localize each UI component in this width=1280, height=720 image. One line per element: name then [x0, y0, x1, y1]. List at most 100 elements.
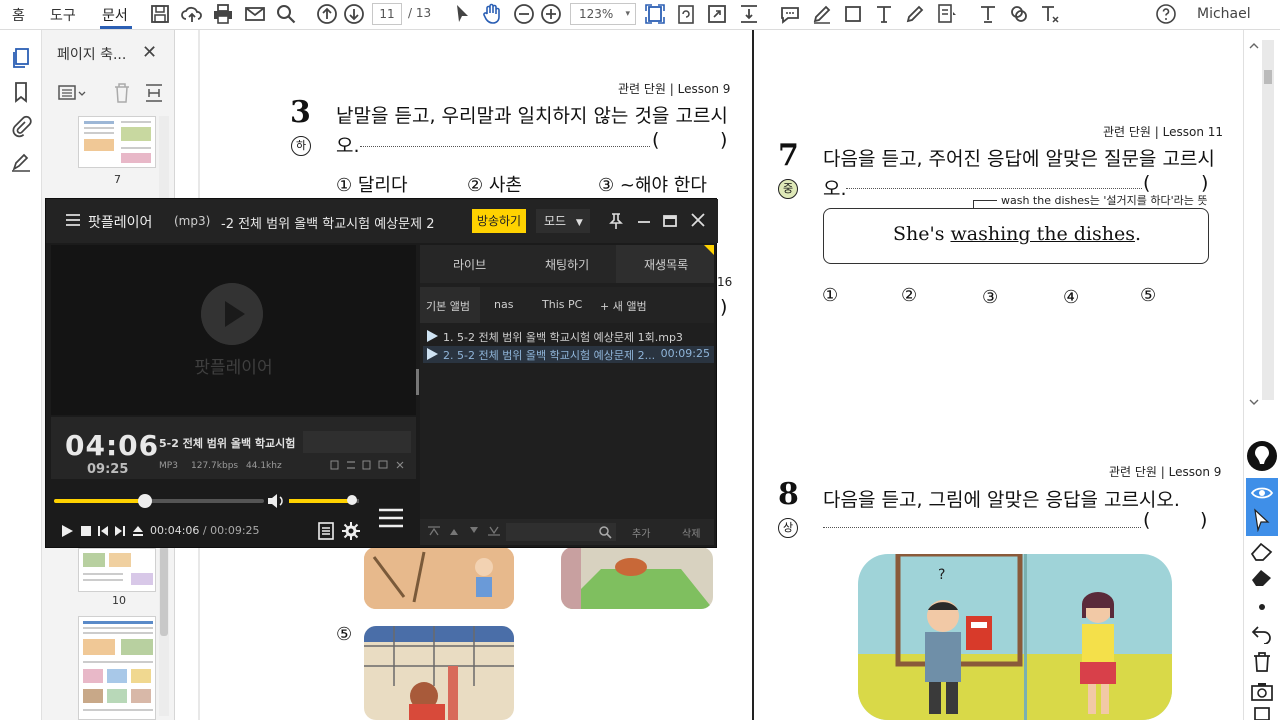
hamburger-menu-icon[interactable] [66, 213, 80, 227]
pen-tool-icon[interactable] [1246, 440, 1278, 472]
help-icon[interactable] [1154, 2, 1178, 26]
eraser-icon[interactable] [1249, 540, 1275, 562]
document-scrollbar[interactable] [1262, 40, 1274, 400]
rectangle-icon[interactable] [841, 2, 865, 26]
seek-knob[interactable] [138, 494, 153, 508]
volume-bar[interactable] [289, 495, 359, 505]
clear-format-icon[interactable] [1038, 2, 1062, 26]
album-this-pc[interactable]: This PC [542, 298, 582, 311]
page-thumbnail[interactable] [78, 116, 156, 168]
tab-live[interactable]: 라이브 [453, 256, 486, 273]
q7-response-underlined: washing the dishes [950, 223, 1135, 245]
trash-icon[interactable] [1250, 650, 1274, 674]
thumbnail-options-icon[interactable] [58, 84, 86, 102]
page-down-icon[interactable] [342, 2, 366, 26]
thumbnail-panel-title: 페이지 축... [57, 47, 127, 63]
next-icon[interactable] [114, 525, 126, 537]
page-thumbnail[interactable] [78, 548, 156, 592]
page-up-icon[interactable] [315, 2, 339, 26]
select-icon[interactable] [450, 2, 474, 26]
maximize-icon[interactable] [662, 213, 678, 229]
play-icon[interactable] [60, 524, 74, 538]
signature-icon[interactable] [9, 150, 33, 174]
zoom-select[interactable]: 123% ▾ [570, 3, 636, 25]
bookmark-icon[interactable] [9, 80, 33, 104]
menu-document[interactable]: 문서 [102, 5, 128, 25]
tab-playlist[interactable]: 재생목록 [644, 256, 688, 273]
menu-tools[interactable]: 도구 [50, 5, 76, 25]
extract-page-icon[interactable] [144, 82, 164, 104]
close-icon[interactable]: ✕ [142, 42, 157, 63]
menu-home[interactable]: 홈 [12, 5, 25, 25]
upload-icon[interactable] [180, 2, 204, 26]
document-scroll-handle[interactable] [1264, 70, 1272, 84]
stop-icon[interactable] [80, 525, 92, 537]
highlight-icon[interactable] [810, 2, 834, 26]
eject-icon[interactable] [132, 525, 144, 537]
mini-controls-icons[interactable] [329, 459, 411, 471]
settings-gear-icon[interactable] [342, 522, 360, 540]
page-number-input[interactable]: 11 [372, 3, 402, 25]
player-titlebar[interactable]: 팟플레이어 (mp3) -2 전체 범위 올백 학교시험 예상문제 2 방송하기… [46, 199, 718, 243]
list-menu-icon[interactable] [378, 507, 404, 529]
full-screen-icon[interactable] [705, 2, 729, 26]
broadcast-button[interactable]: 방송하기 [472, 209, 526, 233]
delete-button[interactable]: 삭제 [682, 525, 700, 540]
clear-icon[interactable] [1249, 566, 1275, 588]
potplayer-window[interactable]: 팟플레이어 (mp3) -2 전체 범위 올백 학교시험 예상문제 2 방송하기… [45, 198, 718, 548]
email-icon[interactable] [243, 2, 267, 26]
thumbnail-tools [42, 70, 175, 108]
eye-icon[interactable] [1250, 482, 1274, 504]
pin-icon[interactable] [608, 212, 624, 230]
panel-splitter[interactable] [416, 369, 419, 395]
fit-page-icon[interactable] [643, 2, 667, 26]
video-area[interactable]: 팟플레이어 [51, 245, 416, 415]
text-icon[interactable] [872, 2, 896, 26]
scroll-up-icon[interactable] [1248, 40, 1260, 52]
dot-size-indicator[interactable] [1259, 604, 1265, 610]
stamp-icon[interactable] [934, 2, 958, 26]
cursor-tool-icon[interactable] [1252, 508, 1272, 532]
add-button[interactable]: 추가 [632, 525, 650, 540]
thumbnail-scroll-handle[interactable] [160, 546, 168, 636]
album-nas[interactable]: nas [494, 298, 513, 311]
playlist-toggle-icon[interactable] [318, 522, 334, 540]
save-icon[interactable] [148, 2, 172, 26]
zoom-in-icon[interactable] [539, 2, 563, 26]
print-icon[interactable] [211, 2, 235, 26]
q7-response-suffix: . [1134, 223, 1142, 245]
album-new[interactable]: + 새 앨범 [600, 298, 647, 314]
page-thumbnails-icon[interactable] [9, 46, 33, 70]
pencil-icon[interactable] [903, 2, 927, 26]
undo-icon[interactable] [1250, 622, 1274, 644]
playlist-item[interactable]: 1. 5-2 전체 범위 올백 학교시험 예상문제 1회.mp3 [423, 328, 714, 345]
volume-icon[interactable] [266, 493, 284, 509]
seek-bar[interactable] [54, 494, 264, 508]
search-icon[interactable] [274, 2, 298, 26]
comment-icon[interactable] [778, 2, 802, 26]
link-icon[interactable] [1007, 2, 1031, 26]
page-thumbnail[interactable] [78, 616, 156, 720]
attachment-icon[interactable] [9, 114, 33, 138]
delete-page-icon[interactable] [112, 82, 132, 104]
search-icon[interactable] [598, 525, 612, 539]
big-play-icon[interactable] [201, 283, 263, 345]
close-icon[interactable] [690, 212, 706, 228]
tab-chat[interactable]: 채팅하기 [545, 256, 589, 273]
zoom-out-icon[interactable] [512, 2, 536, 26]
rotate-icon[interactable] [674, 2, 698, 26]
album-default[interactable]: 기본 앨범 [426, 298, 470, 314]
playlist-item-selected[interactable]: 2. 5-2 전체 범위 올백 학교시험 예상문제 2... 00:09:25 [423, 346, 714, 363]
mode-button[interactable]: 모드 ▼ [536, 209, 590, 233]
user-name[interactable]: Michael [1197, 6, 1251, 22]
scroll-mode-icon[interactable] [737, 2, 761, 26]
previous-icon[interactable] [97, 525, 109, 537]
minimize-icon[interactable] [636, 213, 652, 229]
volume-knob[interactable] [347, 495, 357, 505]
clipboard-icon[interactable] [1250, 706, 1274, 720]
scroll-down-icon[interactable] [1248, 396, 1260, 408]
edit-text-icon[interactable] [976, 2, 1000, 26]
hand-icon[interactable] [480, 2, 504, 26]
reorder-arrows-icons[interactable] [428, 525, 504, 537]
camera-icon[interactable] [1250, 680, 1274, 702]
